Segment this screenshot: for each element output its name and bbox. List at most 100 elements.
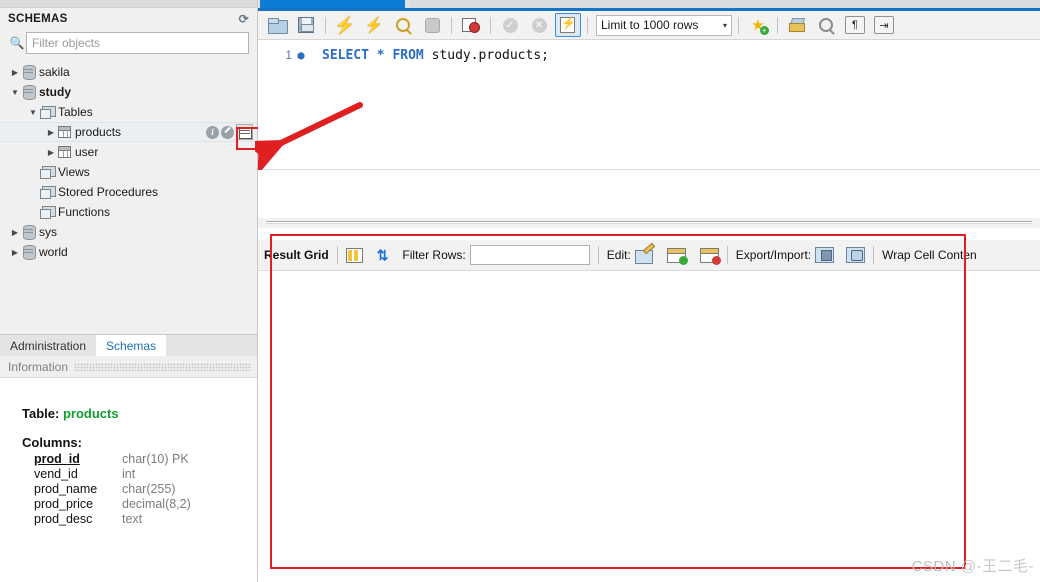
tree-label: sys [39, 225, 57, 239]
watermark: CSDN @-王二毛- [912, 555, 1034, 576]
tab-schemas[interactable]: Schemas [96, 335, 167, 356]
statement-marker-icon: ● [297, 48, 305, 62]
sidebar-item-sys[interactable]: ▶ sys [0, 222, 257, 242]
tree-label: Stored Procedures [58, 185, 159, 199]
stop-script-icon[interactable] [419, 13, 445, 37]
column-type: char(255) [122, 482, 176, 496]
info-icon[interactable]: i [206, 125, 219, 139]
import-recordset-icon[interactable] [846, 247, 866, 263]
toggle-invisible-chars-icon[interactable]: ¶ [842, 13, 868, 37]
editor-results-splitter[interactable] [258, 218, 1040, 228]
save-snippet-icon[interactable]: ★ + [745, 13, 771, 37]
column-type: decimal(8,2) [122, 497, 191, 511]
toolbar-divider [490, 16, 491, 34]
tab-administration[interactable]: Administration [0, 335, 96, 356]
chevron-down-icon[interactable]: ▼ [26, 108, 40, 117]
column-name: prod_desc [34, 512, 93, 526]
column-row: vend_id int [22, 467, 257, 482]
toggle-word-wrap-icon[interactable]: ⇥ [871, 13, 897, 37]
tree-label: Tables [58, 105, 93, 119]
sidebar-item-sakila[interactable]: ▶ sakila [0, 62, 257, 82]
sidebar-item-products[interactable]: ▶ products i [0, 122, 257, 142]
sql-keyword-select: SELECT [322, 47, 369, 63]
filter-objects-row: 🔍 [8, 32, 249, 54]
delete-row-icon[interactable] [699, 247, 721, 265]
toolbar-divider [738, 16, 739, 34]
edit-row-icon[interactable] [634, 247, 655, 264]
sql-line-1[interactable]: 1 ● SELECT * FROM study.products; [258, 40, 1040, 64]
active-editor-tab[interactable] [260, 0, 405, 8]
column-row: prod_desc text [22, 512, 257, 527]
sidebar-item-tables[interactable]: ▼ Tables [0, 102, 257, 122]
column-row: prod_name char(255) [22, 482, 257, 497]
explain-statement-icon[interactable] [390, 13, 416, 37]
rollback-icon[interactable]: ✕ [526, 13, 552, 37]
information-panel-header: Information [0, 356, 257, 378]
beautify-sql-icon[interactable] [784, 13, 810, 37]
chevron-right-icon[interactable]: ▶ [8, 248, 22, 257]
sql-star: * [376, 47, 385, 63]
toolbar-divider [325, 16, 326, 34]
column-name: vend_id [34, 467, 78, 481]
execute-current-statement-icon[interactable]: ⚡ [361, 13, 387, 37]
wrap-cell-content-label[interactable]: Wrap Cell Conten [882, 248, 977, 262]
save-sql-script-icon[interactable] [293, 13, 319, 37]
results-toolbar: Result Grid ⇅ Filter Rows: Edit: Export/… [258, 240, 1040, 271]
chevron-right-icon[interactable]: ▶ [44, 128, 58, 137]
table-icon [58, 146, 71, 158]
open-sql-script-icon[interactable] [264, 13, 290, 37]
database-icon [22, 85, 36, 100]
database-icon [22, 65, 36, 80]
stop-on-error-icon[interactable] [458, 13, 484, 37]
export-recordset-icon[interactable] [815, 247, 835, 263]
watermark-brand: CSDN [911, 558, 957, 575]
execute-statement-icon[interactable]: ⚡ [332, 13, 358, 37]
chevron-down-icon[interactable]: ▼ [8, 88, 22, 97]
chevron-right-icon[interactable]: ▶ [44, 148, 58, 157]
row-limit-value: Limit to 1000 rows [601, 18, 699, 32]
dotted-separator [74, 362, 251, 371]
column-name: prod_price [34, 497, 94, 511]
sidebar-item-user[interactable]: ▶ user [0, 142, 257, 162]
tree-label: sakila [39, 65, 70, 79]
information-panel-body: Table: products Columns: prod_id char(10… [0, 378, 257, 582]
chevron-down-icon: ▾ [722, 20, 727, 30]
wrench-icon[interactable] [221, 125, 234, 139]
find-icon[interactable] [813, 13, 839, 37]
refresh-icon[interactable]: ⇅ [377, 248, 389, 262]
main-editor-area: ⚡ ⚡ ✓ ✕ Limit to 1000 rows ▾ ★+ ¶ ⇥ [258, 0, 1040, 582]
sidebar-top-strip [0, 0, 257, 8]
filter-rows-label: Filter Rows: [402, 248, 466, 262]
edit-label: Edit: [606, 248, 631, 262]
sidebar-item-stored-procedures[interactable]: Stored Procedures [0, 182, 257, 202]
filter-rows-input[interactable] [469, 245, 590, 265]
inactive-editor-tabs[interactable] [410, 0, 1040, 8]
chevron-right-icon[interactable]: ▶ [8, 228, 22, 237]
column-row: prod_price decimal(8,2) [22, 497, 257, 512]
toolbar-divider [587, 16, 588, 34]
table-data-icon[interactable] [236, 124, 253, 140]
sidebar-item-study[interactable]: ▼ study [0, 82, 257, 102]
tree-label: study [39, 85, 72, 99]
filter-objects-input[interactable] [26, 32, 249, 54]
tree-label: Functions [58, 205, 111, 219]
schemas-panel-header: SCHEMAS ⟳ [0, 8, 257, 30]
tree-label: world [39, 245, 68, 259]
chevron-right-icon[interactable]: ▶ [8, 68, 22, 77]
refresh-icon[interactable]: ⟳ [239, 12, 249, 26]
tree-label: products [75, 125, 122, 139]
sidebar-item-world[interactable]: ▶ world [0, 242, 257, 262]
column-row: prod_id char(10) PK [22, 452, 257, 467]
folder-icon [40, 206, 56, 219]
sidebar-item-views[interactable]: Views [0, 162, 257, 182]
folder-icon [40, 106, 56, 119]
commit-icon[interactable]: ✓ [497, 13, 523, 37]
sidebar-item-functions[interactable]: Functions [0, 202, 257, 222]
toggle-autocommit-icon[interactable] [555, 13, 581, 37]
grid-view-icon[interactable] [345, 247, 363, 263]
table-icon [58, 126, 71, 138]
insert-row-icon[interactable] [666, 247, 688, 265]
row-limit-dropdown[interactable]: Limit to 1000 rows ▾ [596, 14, 732, 36]
sql-editor[interactable]: 1 ● SELECT * FROM study.products; Result… [258, 40, 1040, 271]
column-type: char(10) PK [122, 452, 189, 466]
